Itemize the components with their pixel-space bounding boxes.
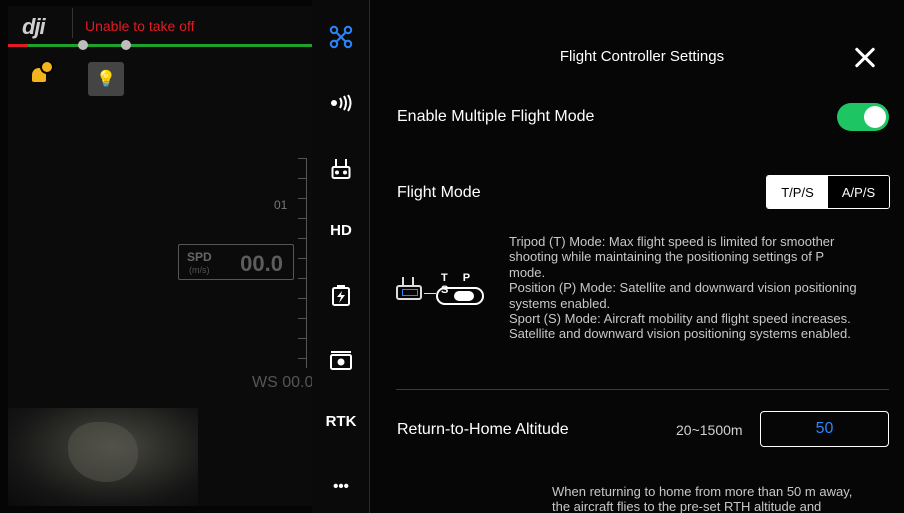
multiple-flight-mode-label: Enable Multiple Flight Mode: [397, 108, 595, 125]
altitude-scale-label: 01: [274, 198, 288, 212]
lightbulb-icon[interactable]: 💡: [88, 62, 124, 96]
panel-title: Flight Controller Settings: [559, 48, 725, 65]
notification-bell-icon[interactable]: [32, 60, 54, 84]
mode-desc-line: Satellite and downward vision positionin…: [509, 326, 851, 342]
mode-switch-icon: [436, 287, 484, 305]
more-settings-button[interactable]: •••: [312, 468, 370, 504]
rth-altitude-input[interactable]: 50: [760, 411, 889, 447]
toggle-knob: [864, 106, 886, 128]
hd-settings-button[interactable]: HD: [312, 212, 370, 248]
signal-settings-icon[interactable]: [312, 85, 370, 121]
multiple-flight-mode-toggle[interactable]: [837, 103, 889, 131]
camera-settings-icon[interactable]: [312, 342, 370, 378]
camera-icon: [330, 351, 352, 370]
speed-readout: SPD (m/s) 00.0: [178, 244, 294, 280]
close-button[interactable]: [848, 40, 882, 74]
flight-mode-switch-diagram: T P S: [396, 272, 488, 312]
mode-desc-line: Position (P) Mode: Satellite and downwar…: [509, 280, 857, 296]
rth-desc-line: When returning to home from more than 50…: [552, 484, 853, 499]
mini-map[interactable]: [8, 408, 198, 506]
remote-controller-icon: [396, 285, 422, 300]
rth-altitude-label: Return-to-Home Altitude: [397, 421, 569, 438]
mode-desc-line: systems enabled.: [509, 295, 611, 311]
rtk-settings-button[interactable]: RTK: [312, 403, 370, 439]
broadcast-icon: [331, 94, 352, 112]
controller-icon: [331, 159, 351, 179]
mode-desc-line: Sport (S) Mode: Aircraft mobility and fl…: [509, 311, 851, 326]
battery-icon: [332, 285, 350, 306]
logo-divider: [72, 8, 73, 38]
flight-mode-selector: T/P/S A/P/S: [766, 175, 890, 209]
dji-logo: dji: [22, 14, 46, 39]
section-divider: [396, 389, 889, 390]
speed-label: SPD: [187, 250, 212, 264]
status-bar-marker: [78, 40, 88, 50]
status-bar-marker: [121, 40, 131, 50]
status-bar: [8, 40, 312, 50]
drone-icon: [329, 25, 353, 49]
rth-desc-line: the aircraft flies to the pre-set RTH al…: [552, 499, 822, 513]
speed-scale: [295, 158, 307, 368]
remote-controller-settings-icon[interactable]: [312, 151, 370, 187]
mode-desc-line: mode.: [509, 264, 546, 280]
aircraft-settings-icon[interactable]: [312, 19, 370, 55]
takeoff-status[interactable]: Unable to take off: [85, 18, 194, 34]
battery-settings-icon[interactable]: [312, 277, 370, 313]
rth-altitude-range: 20~1500m: [676, 422, 743, 438]
flight-mode-option-tps[interactable]: T/P/S: [767, 176, 828, 208]
settings-category-bar: HD RTK •••: [312, 0, 370, 513]
mode-desc-line: shooting while maintaining the positioni…: [509, 249, 825, 265]
speed-value: 00.0: [240, 251, 283, 276]
flight-mode-label: Flight Mode: [397, 184, 481, 201]
flight-controller-settings-panel: Flight Controller Settings Enable Multip…: [370, 0, 904, 513]
status-bar-red-segment: [8, 44, 28, 47]
speed-unit: (m/s): [189, 265, 210, 275]
wind-speed: WS 00.0: [252, 374, 314, 391]
flight-mode-option-aps[interactable]: A/P/S: [828, 176, 889, 208]
mode-desc-line: Tripod (T) Mode: Max flight speed is lim…: [509, 234, 835, 249]
